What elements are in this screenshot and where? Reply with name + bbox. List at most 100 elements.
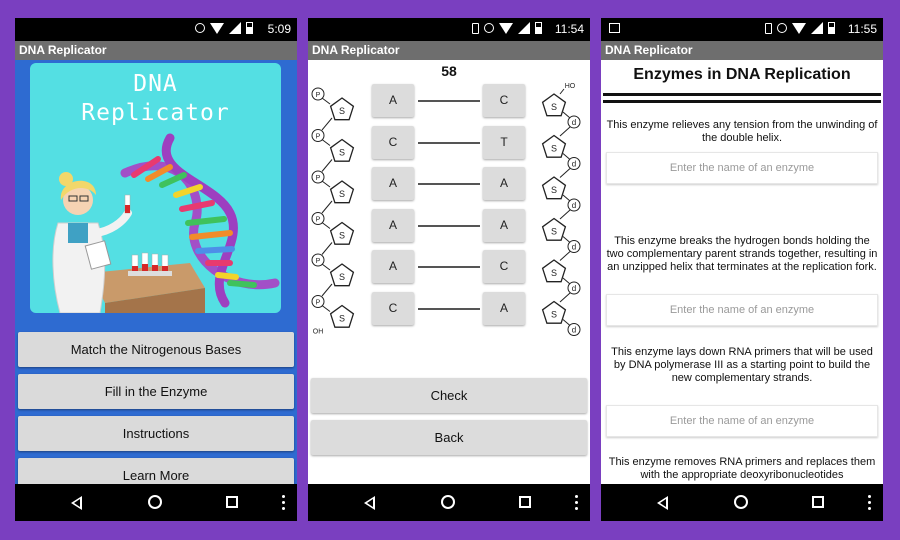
sugar-label: S — [551, 227, 557, 237]
right-base-button[interactable]: C — [483, 84, 525, 117]
backbone-bond — [321, 305, 331, 312]
enzyme-input[interactable] — [606, 405, 878, 437]
sugar-label: S — [551, 268, 557, 278]
sugar-label: S — [551, 185, 557, 195]
back-nav-icon[interactable] — [364, 496, 375, 510]
right-base-button[interactable]: A — [483, 208, 525, 242]
battery-icon — [828, 22, 835, 34]
sugar-label: S — [551, 144, 557, 154]
backbone-bond — [562, 111, 571, 119]
sugar-label: S — [339, 231, 345, 241]
backbone-bond — [562, 153, 571, 160]
left-base-button[interactable]: C — [372, 125, 414, 159]
backbone-bond — [321, 97, 331, 105]
deoxy-label: d — [572, 160, 576, 169]
sugar-label: S — [339, 148, 345, 158]
home-nav-icon[interactable] — [734, 495, 748, 509]
signal-icon — [811, 22, 823, 34]
alarm-icon — [777, 23, 787, 33]
left-strand-diagram: P S P S P S P S P S P S OH — [311, 87, 355, 336]
nav-bar — [601, 484, 883, 521]
status-time: 11:55 — [847, 22, 877, 36]
phone-enzymes: 11:55 DNA Replicator Enzymes in DNA Repl… — [601, 18, 883, 521]
recents-nav-icon[interactable] — [812, 496, 824, 508]
recents-nav-icon[interactable] — [519, 496, 531, 508]
deoxy-label: d — [572, 243, 576, 252]
home-nav-icon[interactable] — [441, 495, 455, 509]
back-nav-icon[interactable] — [657, 496, 668, 510]
right-base-button[interactable]: A — [483, 291, 525, 325]
left-base-button[interactable]: A — [372, 208, 414, 242]
signal-icon — [518, 22, 530, 34]
phosphate-label: P — [316, 258, 321, 265]
phosphate-label: P — [316, 134, 321, 141]
sugar-label: S — [339, 106, 345, 116]
backbone-bond — [562, 319, 571, 326]
sugar-label: S — [339, 272, 345, 282]
enzyme-input[interactable] — [606, 152, 878, 184]
backbone-bond — [562, 236, 571, 243]
backbone-bond — [562, 277, 571, 285]
enzyme-input[interactable] — [606, 294, 878, 326]
question-text: This enzyme relieves any tension from th… — [606, 119, 878, 144]
sugar-label: S — [551, 310, 557, 320]
hydrogen-bond-line — [418, 183, 480, 185]
hydrogen-bond-line — [418, 307, 480, 310]
sugar-label: S — [339, 189, 345, 199]
more-vert-icon[interactable] — [575, 495, 578, 510]
instructions-button[interactable]: Instructions — [18, 416, 294, 451]
backbone-bond — [321, 159, 333, 172]
home-nav-icon[interactable] — [148, 495, 162, 509]
left-base-button[interactable]: C — [372, 291, 414, 325]
right-base-button[interactable]: A — [483, 167, 525, 200]
more-vert-icon[interactable] — [282, 495, 285, 510]
wifi-icon — [499, 22, 513, 34]
left-base-button[interactable]: A — [372, 84, 414, 117]
right-base-button[interactable]: T — [483, 125, 525, 159]
backbone-bond — [321, 139, 331, 146]
recents-nav-icon[interactable] — [226, 496, 238, 508]
back-nav-icon[interactable] — [71, 496, 82, 510]
check-button[interactable]: Check — [311, 378, 587, 413]
deoxy-label: d — [572, 201, 576, 210]
main-menu-content: DNA Replicator Match the Nitrogenous Bas… — [15, 60, 297, 493]
hydrogen-bond-line — [418, 224, 480, 227]
hydrogen-bond-line — [418, 266, 480, 268]
fill-enzyme-button[interactable]: Fill in the Enzyme — [18, 374, 294, 409]
question-text: This enzyme removes RNA primers and repl… — [608, 456, 876, 481]
sugar-label: S — [339, 314, 345, 324]
sugar-label: S — [551, 102, 557, 112]
alarm-icon — [195, 23, 205, 33]
backbone-bond — [321, 200, 333, 214]
score-counter: 58 — [441, 63, 457, 79]
hydroxyl-label: HO — [565, 83, 576, 90]
match-bases-button[interactable]: Match the Nitrogenous Bases — [18, 332, 294, 367]
right-base-button[interactable]: C — [483, 250, 525, 283]
hydroxyl-label: OH — [313, 329, 324, 336]
backbone-bond — [321, 263, 331, 271]
question-text: This enzyme breaks the hydrogen bonds ho… — [606, 235, 878, 273]
backbone-bond — [559, 126, 571, 137]
status-time: 5:09 — [267, 22, 291, 36]
phosphate-label: P — [316, 217, 321, 224]
divider — [603, 100, 881, 103]
left-base-button[interactable]: A — [372, 167, 414, 200]
backbone-bond — [562, 194, 571, 202]
screenshot-notification-icon — [609, 23, 620, 33]
more-vert-icon[interactable] — [868, 495, 871, 510]
backbone-bond — [321, 283, 333, 297]
signal-icon — [229, 22, 241, 34]
app-title: DNA Replicator — [601, 41, 883, 60]
backbone-bond — [321, 242, 333, 255]
page-title: Enzymes in DNA Replication — [633, 66, 851, 83]
phosphate-label: P — [316, 92, 321, 99]
match-bases-content: 58 P S P S P S P S P S P S OH Sd Sd Sd Sd Sd Sd HO ACCTAAA… — [308, 60, 590, 484]
left-base-button[interactable]: A — [372, 250, 414, 283]
wifi-icon — [210, 22, 224, 34]
wifi-icon — [792, 22, 806, 34]
hero-illustration: DNA Replicator — [30, 63, 281, 313]
app-title: DNA Replicator — [15, 41, 297, 60]
back-button[interactable]: Back — [311, 420, 587, 455]
question-text: This enzyme lays down RNA primers that w… — [611, 346, 873, 384]
app-title: DNA Replicator — [308, 41, 590, 60]
